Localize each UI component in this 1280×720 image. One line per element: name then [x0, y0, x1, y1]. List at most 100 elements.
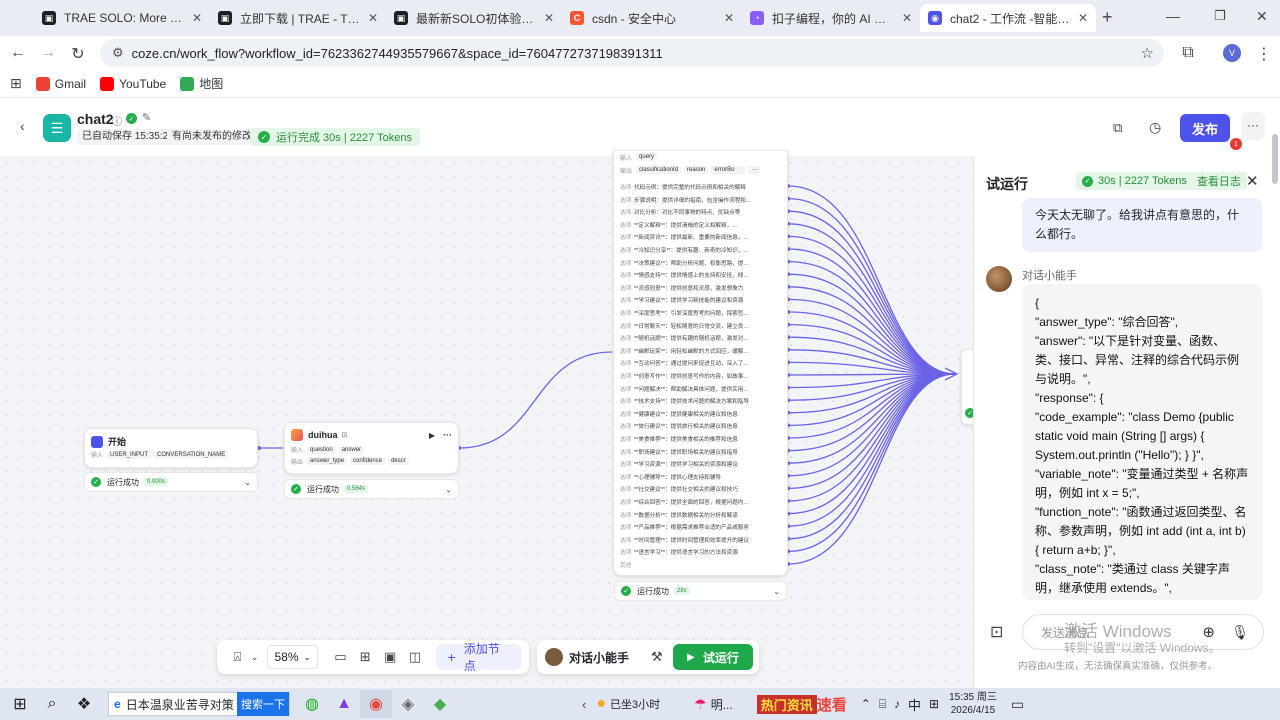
new-tab-icon[interactable]: + — [1102, 7, 1113, 28]
try-run-button[interactable]: ▶ 试运行 — [673, 644, 753, 670]
scrollbar-thumb[interactable] — [1272, 134, 1278, 184]
workflow-canvas[interactable]: 开始 输入 USER_INPUT CONVERSATION_NAME ✓ 运行成… — [0, 150, 981, 688]
close-tab-icon[interactable]: ✕ — [544, 11, 554, 25]
bot-answer: {"answer_type": "综合回答", "answer": "以下是针对变… — [1022, 284, 1262, 600]
taskbar-search-box[interactable]: e 日本温泉业苦寻对策 搜索一下 — [108, 692, 290, 716]
mouse-mode-icon[interactable]: ⍓ — [225, 649, 250, 665]
option-label: 选项 — [620, 437, 632, 443]
search-icon[interactable]: ⌕ — [36, 690, 68, 718]
chevron-down-icon[interactable]: ⌄ — [244, 478, 251, 487]
app-icon[interactable]: ◆ — [424, 690, 456, 718]
browser-tab[interactable]: ▣ 最新新SOLO初体验话题 - TRAE ✕ — [386, 4, 562, 32]
wechat-icon[interactable]: ◍ — [296, 690, 328, 718]
more-params-icon[interactable]: ··· — [748, 166, 761, 174]
bookmark-youtube[interactable]: YouTube — [100, 76, 166, 91]
llm-node-icon — [291, 429, 303, 441]
apps-grid-icon[interactable]: ⊞ — [10, 75, 22, 92]
edge — [787, 373, 956, 439]
microphone-icon[interactable]: 🎙 — [1231, 624, 1249, 641]
publish-button[interactable]: 发布 — [1180, 114, 1230, 142]
bookmark-gmail[interactable]: Gmail — [35, 76, 86, 91]
close-tab-icon[interactable]: ✕ — [1078, 11, 1088, 25]
profile-avatar[interactable]: V — [1223, 44, 1241, 62]
site-info-icon[interactable]: ⚙ — [112, 45, 124, 61]
layout-icon[interactable]: ⊞ — [353, 649, 378, 665]
close-tab-icon[interactable]: ✕ — [368, 11, 378, 25]
zoom-select[interactable]: 58% ⌄ — [267, 645, 318, 669]
node-more-icon[interactable]: ··· — [443, 430, 452, 440]
back-chevron-icon[interactable]: ‹ — [20, 118, 25, 134]
duihua-run-result[interactable]: ✓ 运行成功 0.564s ⌄ — [284, 479, 459, 499]
more-icon[interactable]: ··· — [1241, 112, 1265, 140]
classifier-option: 选项 **新闻资讯**：提供最新、重要的新闻信息，... — [620, 231, 783, 243]
news-banner-2[interactable]: 速看 — [817, 694, 847, 715]
browser-tab[interactable]: C csdn - 安全中心 ✕ — [562, 4, 742, 32]
duihua-node[interactable]: duihua ⊡ ▶ ··· 输入 question answer 输出 answe… — [284, 422, 459, 474]
option-label: 选项 — [620, 500, 632, 506]
answer-line: "answer": "以下是针对变量、函数、类、接口、异常、注释的综合代码示例与… — [1035, 334, 1240, 386]
browser-menu-icon[interactable]: ⋮ — [1254, 44, 1274, 64]
copy-icon[interactable]: ⧉ — [1113, 120, 1122, 136]
agent-avatar[interactable] — [545, 648, 563, 666]
back-icon[interactable]: ← — [8, 44, 28, 62]
close-tab-icon[interactable]: ✕ — [902, 11, 912, 25]
app-icon[interactable]: ▲ — [328, 690, 360, 718]
network-icon[interactable]: ⌸ — [879, 697, 886, 712]
browser-tab[interactable]: ▣ 立即下载 | TRAE - The Real AI ✕ — [210, 4, 386, 32]
chevron-down-icon[interactable]: ⌄ — [445, 485, 452, 494]
answer-line: "code_example": "class Demo {public stat… — [1035, 410, 1234, 462]
maximize-icon[interactable]: ❐ — [1214, 8, 1226, 24]
add-node-button[interactable]: + 添加节点 — [435, 642, 522, 673]
windows-start-icon[interactable]: ⊞ — [4, 690, 36, 718]
browser-tab[interactable]: ◔ 扣子编程，你的 AI 开发伙伴 ✕ — [742, 4, 920, 32]
search-button[interactable]: 搜索一下 — [237, 692, 289, 716]
news-banner[interactable]: 热门资讯 — [756, 694, 817, 714]
classifier-option: 选项 **定义解释**：提供清晰的定义和解释，... — [620, 219, 783, 231]
edge — [787, 197, 956, 375]
close-panel-icon[interactable]: ✕ — [1246, 172, 1259, 190]
option-text: **灵感创意**：提供创意和灵感，激发想象力 — [634, 285, 744, 292]
close-window-icon[interactable]: ✕ — [1256, 8, 1268, 25]
url-field[interactable]: ⚙ coze.cn/work_flow?workflow_id=76233627… — [100, 39, 1164, 67]
browser-tab[interactable]: ▣ TRAE SOLO: More Than Coding ✕ — [34, 4, 210, 32]
volume-icon[interactable]: ♪ — [894, 697, 900, 711]
agent-name[interactable]: 对话小能手 — [569, 649, 629, 666]
chevron-down-icon[interactable]: ⌄ — [250, 652, 260, 663]
debug-icon[interactable]: ⚒ — [651, 649, 663, 665]
start-run-result[interactable]: ✓ 运行成功 0.000s ⌄ — [84, 472, 258, 492]
task-view-icon[interactable]: ❖ — [68, 690, 100, 718]
minimize-icon[interactable]: — — [1166, 8, 1180, 24]
notification-icon[interactable]: ▭ — [1011, 696, 1024, 713]
chrome-icon[interactable]: ◉ — [360, 690, 392, 718]
comment-icon[interactable]: ▭ — [328, 649, 353, 665]
zoom-value: 58% — [274, 650, 299, 664]
edit-icon[interactable]: ✎ — [142, 111, 151, 124]
run-status-pill[interactable]: ✓ 运行完成 30s | 2227 Tokens — [250, 128, 420, 146]
info-icon[interactable]: ⓘ — [112, 113, 122, 128]
image-icon[interactable]: ▣ — [378, 649, 403, 665]
extensions-icon[interactable]: ⧉ — [1178, 44, 1198, 62]
tray-chevron-icon[interactable]: ⌃ — [861, 697, 871, 711]
browser-tab-active[interactable]: ◉ chat2 - 工作流 -智能体平台 ✕ — [920, 4, 1096, 32]
option-text: **新闻资讯**：提供最新、重要的新闻信息，... — [634, 235, 749, 242]
bookmark-maps[interactable]: 地图 — [180, 75, 223, 92]
clock[interactable]: 15:35 周三 2026/4/15 — [949, 691, 997, 717]
start-node[interactable]: 开始 输入 USER_INPUT CONVERSATION_NAME — [84, 428, 258, 468]
minimap-icon[interactable]: ◫ — [403, 649, 428, 665]
run-node-icon[interactable]: ▶ — [429, 431, 435, 440]
arrow-left-icon[interactable]: ‹ — [582, 697, 586, 712]
bookmark-star-icon[interactable]: ☆ — [1141, 44, 1154, 62]
chevron-down-icon[interactable]: ⌄ — [773, 587, 780, 596]
history-icon[interactable]: ◷ — [1149, 119, 1161, 136]
classifier-run-result[interactable]: ✓ 运行成功 28s ⌄ — [614, 581, 787, 601]
app-icon[interactable]: ◈ — [392, 690, 424, 718]
forward-icon[interactable]: → — [38, 44, 58, 62]
grid-icon[interactable]: ⊞ — [929, 697, 939, 711]
reload-icon[interactable]: ↻ — [68, 44, 88, 64]
intent-classifier-node[interactable]: 输入 query 输出 classificationId reason erro… — [613, 150, 788, 576]
close-tab-icon[interactable]: ✕ — [724, 11, 734, 25]
view-log-link[interactable]: 查看日志 — [1197, 173, 1241, 189]
ime-indicator[interactable]: 中 — [908, 695, 921, 714]
close-tab-icon[interactable]: ✕ — [192, 11, 202, 25]
attachment-icon[interactable]: ⊡ — [990, 622, 1003, 642]
